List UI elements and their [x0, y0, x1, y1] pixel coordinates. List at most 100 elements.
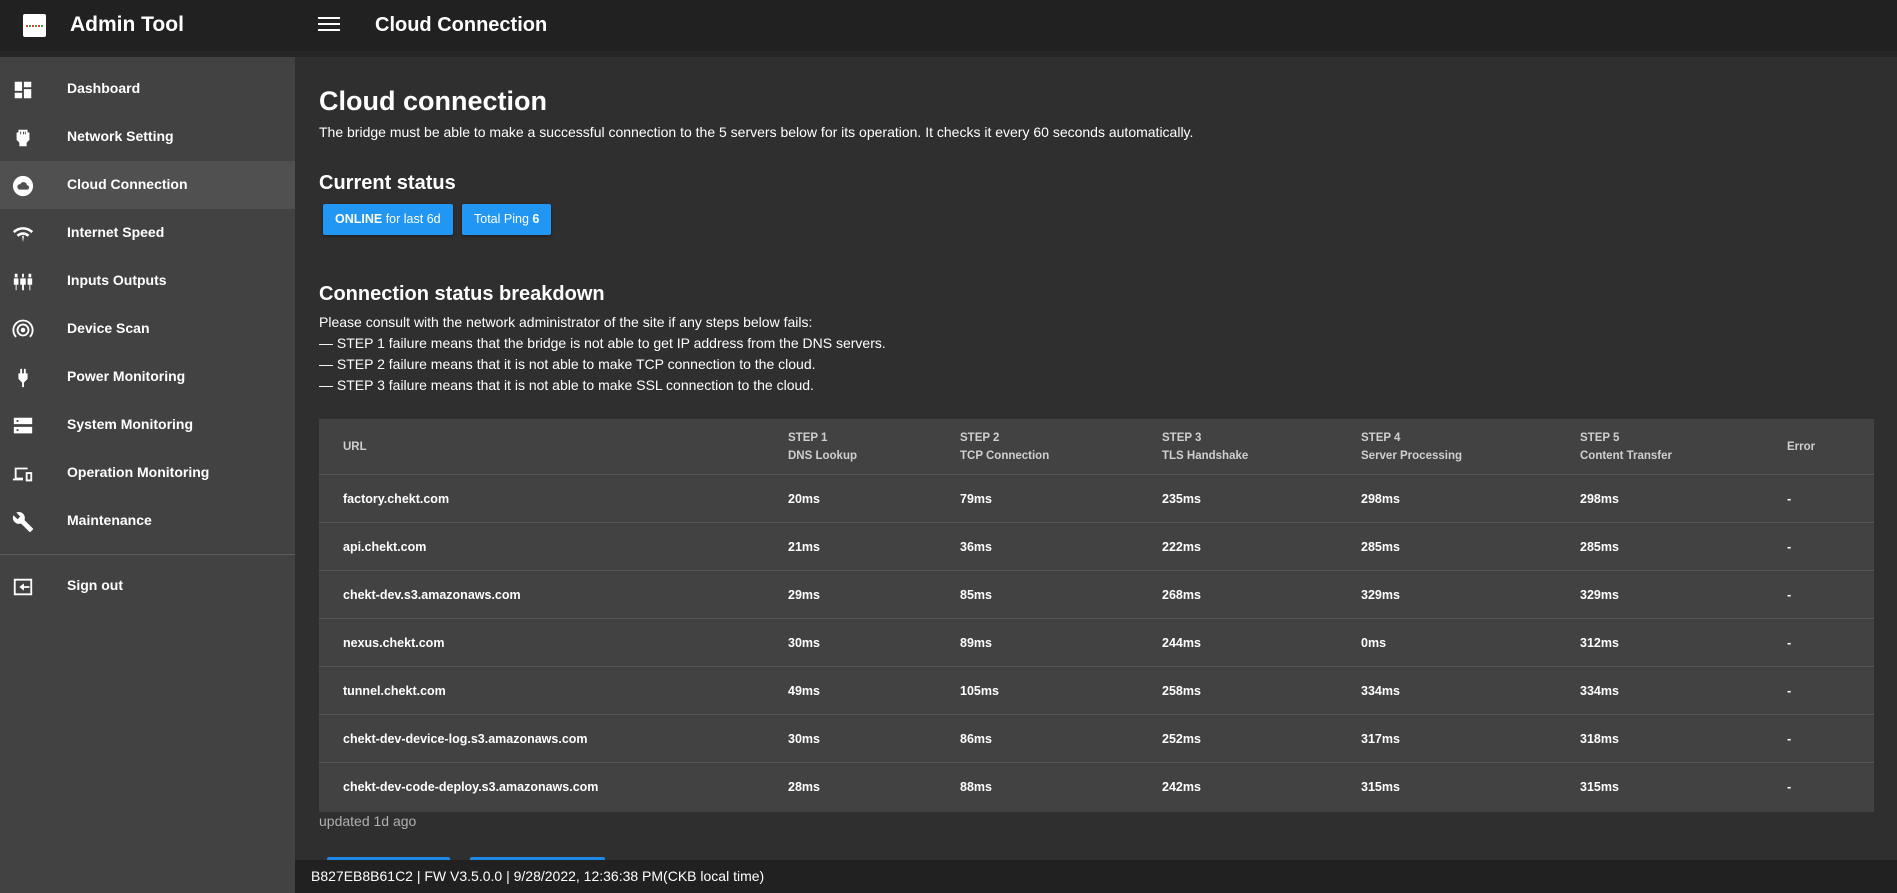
step5-cell: 334ms — [1580, 666, 1787, 715]
step2-cell: 79ms — [960, 474, 1162, 523]
io-icon — [13, 273, 33, 291]
ethernet-icon — [16, 129, 30, 147]
sidebar-item-maintenance[interactable]: Maintenance — [0, 497, 295, 545]
sidebar-item-system-monitoring[interactable]: System Monitoring — [0, 401, 295, 449]
app-logo — [23, 14, 46, 37]
note-line: — STEP 3 failure means that it is not ab… — [319, 377, 814, 393]
url-cell: api.chekt.com — [319, 522, 788, 571]
sidebar-item-operation-monitoring[interactable]: Operation Monitoring — [0, 449, 295, 497]
step2-cell: 88ms — [960, 779, 992, 794]
sidebar-item-label: Maintenance — [67, 512, 152, 528]
step5-cell: 329ms — [1580, 570, 1787, 619]
page-heading: Cloud Connection — [375, 14, 548, 36]
app-bar: Admin Tool Cloud Connection — [0, 0, 1897, 57]
menu-icon[interactable] — [318, 17, 340, 33]
note-line: — STEP 1 failure means that the bridge i… — [319, 335, 886, 351]
step2-cell: 89ms — [960, 618, 1162, 667]
column-header-step5: STEP 5 Content Transfer — [1580, 419, 1787, 475]
column-header-step3: STEP 3 TLS Handshake — [1162, 419, 1361, 475]
total-ping-value: 6 — [532, 212, 540, 226]
updated-timestamp: updated 1d ago — [319, 813, 417, 829]
sidebar-item-label: Power Monitoring — [67, 368, 186, 384]
sign-out-label: Sign out — [67, 577, 123, 593]
step5-cell: 285ms — [1580, 522, 1787, 571]
breakdown-heading: Connection status breakdown — [319, 283, 605, 305]
sidebar-item-label: Dashboard — [67, 80, 141, 96]
sidebar: Dashboard Network Setting Cloud Connecti… — [0, 57, 295, 893]
error-cell: - — [1787, 779, 1792, 794]
step4-cell: 315ms — [1361, 779, 1400, 794]
step3-cell: 222ms — [1162, 522, 1361, 571]
step3-cell: 242ms — [1162, 779, 1201, 794]
plug-icon — [18, 368, 28, 388]
cloud-icon — [12, 175, 34, 197]
step4-cell: 0ms — [1361, 618, 1580, 667]
step2-cell: 85ms — [960, 570, 1162, 619]
status-footer: B827EB8B61C2 | FW V3.5.0.0 | 9/28/2022, … — [295, 860, 1897, 893]
step3-cell: 252ms — [1162, 714, 1361, 763]
step2-cell: 105ms — [960, 666, 1162, 715]
main-content: Cloud connection The bridge must be able… — [295, 57, 1897, 867]
radar-icon — [12, 319, 34, 338]
sidebar-item-dashboard[interactable]: Dashboard — [0, 65, 295, 113]
step3-cell: 258ms — [1162, 666, 1361, 715]
sidebar-item-label: Internet Speed — [67, 224, 165, 240]
step5-cell: 318ms — [1580, 714, 1787, 763]
error-cell: - — [1787, 570, 1874, 619]
error-cell: - — [1787, 522, 1874, 571]
column-header-step2: STEP 2 TCP Connection — [960, 419, 1162, 475]
step1-cell: 21ms — [788, 522, 960, 571]
current-status-heading: Current status — [319, 172, 456, 194]
note-line: — STEP 2 failure means that it is not ab… — [319, 356, 816, 372]
url-cell: factory.chekt.com — [319, 474, 788, 523]
online-status-badge: ONLINE for last 6d — [323, 204, 453, 235]
table-row: factory.chekt.com 20ms 79ms 235ms 298ms … — [319, 474, 1874, 523]
online-status-label: ONLINE — [335, 212, 383, 226]
step1-cell: 29ms — [788, 570, 960, 619]
url-cell: tunnel.chekt.com — [319, 666, 788, 715]
error-cell: - — [1787, 474, 1874, 523]
url-cell: chekt-dev-device-log.s3.amazonaws.com — [319, 714, 788, 763]
sidebar-item-label: Operation Monitoring — [67, 464, 210, 480]
connection-table: URL STEP 1 DNS Lookup STEP 2 TCP Connectio… — [319, 419, 1874, 812]
table-row: chekt-dev.s3.amazonaws.com 29ms 85ms 268… — [319, 570, 1874, 619]
step4-cell: 329ms — [1361, 570, 1580, 619]
step4-cell: 285ms — [1361, 522, 1580, 571]
breakdown-notes: Please consult with the network administ… — [319, 312, 886, 396]
app-title: Admin Tool — [70, 13, 184, 36]
sidebar-item-label: Device Scan — [67, 320, 150, 336]
step5-cell: 298ms — [1580, 474, 1787, 523]
sidebar-item-label: Network Setting — [67, 128, 174, 144]
sidebar-item-label: Inputs Outputs — [67, 272, 167, 288]
step1-cell: 30ms — [788, 618, 960, 667]
sidebar-item-label: Cloud Connection — [67, 176, 188, 192]
sidebar-item-device-scan[interactable]: Device Scan — [0, 305, 295, 353]
signout-icon — [13, 578, 33, 596]
note-line: Please consult with the network administ… — [319, 314, 813, 330]
table-row: chekt-dev-device-log.s3.amazonaws.com 30… — [319, 714, 1874, 763]
step2-cell: 36ms — [960, 522, 1162, 571]
step5-cell: 312ms — [1580, 618, 1787, 667]
sign-out-button[interactable]: Sign out — [0, 562, 295, 610]
step1-cell: 28ms — [788, 779, 820, 794]
step3-cell: 235ms — [1162, 474, 1361, 523]
sidebar-item-network-setting[interactable]: Network Setting — [0, 113, 295, 161]
error-cell: - — [1787, 618, 1874, 667]
step5-cell: 315ms — [1580, 779, 1619, 794]
url-cell: chekt-dev-code-deploy.s3.amazonaws.com — [343, 779, 599, 794]
sidebar-item-inputs-outputs[interactable]: Inputs Outputs — [0, 257, 295, 305]
devices-icon — [12, 467, 33, 482]
sidebar-item-internet-speed[interactable]: Internet Speed — [0, 209, 295, 257]
table-row: api.chekt.com 21ms 36ms 222ms 285ms 285m… — [319, 522, 1874, 571]
step4-cell: 334ms — [1361, 666, 1580, 715]
column-header-step4: STEP 4 Server Processing — [1361, 419, 1580, 475]
column-header-url: URL — [319, 419, 788, 475]
error-cell: - — [1787, 666, 1874, 715]
table-row: nexus.chekt.com 30ms 89ms 244ms 0ms 312m… — [319, 618, 1874, 667]
sidebar-item-power-monitoring[interactable]: Power Monitoring — [0, 353, 295, 401]
sidebar-item-cloud-connection[interactable]: Cloud Connection — [0, 161, 295, 209]
sidebar-item-label: System Monitoring — [67, 416, 194, 432]
step4-cell: 298ms — [1361, 474, 1580, 523]
sidebar-divider — [0, 554, 295, 555]
table-row: tunnel.chekt.com 49ms 105ms 258ms 334ms … — [319, 666, 1874, 715]
